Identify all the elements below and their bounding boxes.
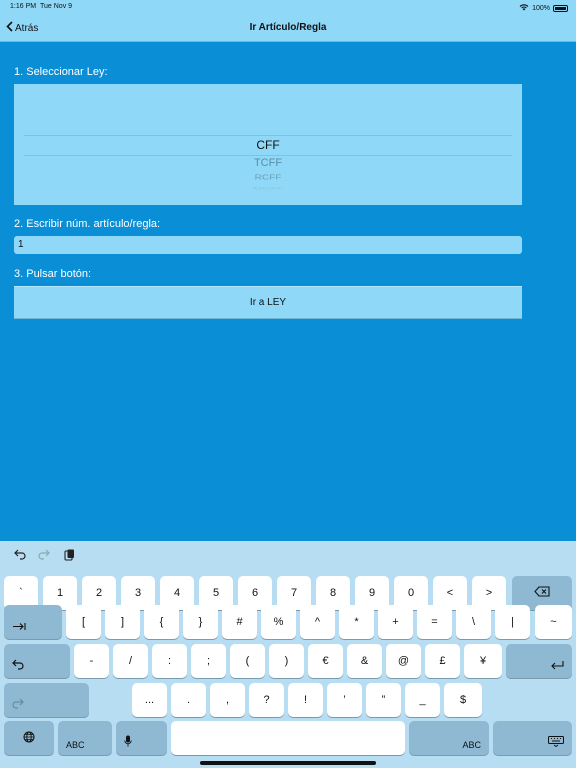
key[interactable]: : [152, 644, 187, 678]
home-indicator [200, 761, 376, 765]
picker-option[interactable]: ERCFF [14, 186, 522, 191]
key[interactable]: { [144, 605, 179, 639]
key[interactable]: [ [66, 605, 101, 639]
key[interactable]: + [378, 605, 413, 639]
redo-icon[interactable] [38, 549, 50, 563]
key[interactable]: ^ [300, 605, 335, 639]
key[interactable]: & [347, 644, 382, 678]
abc-key-left[interactable]: ABC [58, 721, 112, 755]
space-key[interactable] [171, 721, 405, 755]
key[interactable]: / [113, 644, 148, 678]
delete-icon [534, 586, 550, 600]
undo-icon [12, 659, 24, 673]
key[interactable]: . [171, 683, 206, 717]
key[interactable]: ? [249, 683, 284, 717]
keyboard-dismiss-icon [548, 736, 564, 750]
go-to-law-button[interactable]: Ir a LEY [14, 286, 522, 319]
battery-percent: 100% [532, 4, 550, 12]
key[interactable]: ! [288, 683, 323, 717]
key[interactable]: £ [425, 644, 460, 678]
return-icon [550, 660, 564, 673]
picker-selection-line [24, 135, 512, 136]
key[interactable]: € [308, 644, 343, 678]
key[interactable]: ’ [327, 683, 362, 717]
key[interactable]: } [183, 605, 218, 639]
abc-key-right[interactable]: ABC [409, 721, 489, 755]
key[interactable]: * [339, 605, 374, 639]
dismiss-keyboard-key[interactable] [493, 721, 572, 755]
picker-option[interactable]: TCFF [14, 157, 522, 169]
key[interactable]: # [222, 605, 257, 639]
tab-icon [12, 622, 26, 634]
key[interactable]: @ [386, 644, 421, 678]
status-right: 100% [519, 3, 568, 13]
key[interactable]: ” [366, 683, 401, 717]
key[interactable]: ~ [535, 605, 572, 639]
dictation-key[interactable] [116, 721, 167, 755]
key[interactable]: - [74, 644, 109, 678]
picker-option-selected[interactable]: CFF [14, 138, 522, 152]
step1-label: 1. Seleccionar Ley: [14, 66, 108, 78]
undo-icon[interactable] [14, 549, 26, 563]
step2-label: 2. Escribir núm. artículo/regla: [14, 218, 161, 230]
key[interactable]: \ [456, 605, 491, 639]
globe-key[interactable] [4, 721, 54, 755]
page-title: Ir Artículo/Regla [249, 22, 327, 33]
status-date: Tue Nov 9 [40, 3, 73, 10]
key[interactable]: ) [269, 644, 304, 678]
picker-selection-line [24, 155, 512, 156]
keyboard-toolbar [0, 541, 576, 571]
redo-key[interactable] [4, 683, 89, 717]
key[interactable]: % [261, 605, 296, 639]
keyboard: ` 1 2 3 4 5 6 7 8 9 0 < > [ ] { } # % ^ … [0, 541, 576, 768]
undo-key[interactable] [4, 644, 70, 678]
picker-option[interactable]: RCFF [14, 173, 522, 181]
law-picker[interactable]: CFF TCFF RCFF ERCFF [14, 84, 522, 205]
key[interactable]: = [417, 605, 452, 639]
battery-icon [553, 4, 568, 12]
key[interactable]: ( [230, 644, 265, 678]
key[interactable]: ... [132, 683, 167, 717]
return-key[interactable] [506, 644, 572, 678]
paste-icon[interactable] [64, 549, 75, 564]
tab-key[interactable] [4, 605, 62, 639]
key[interactable]: ; [191, 644, 226, 678]
key[interactable]: | [495, 605, 530, 639]
wifi-icon [519, 3, 529, 13]
key[interactable]: ¥ [464, 644, 502, 678]
key[interactable]: $ [444, 683, 482, 717]
key[interactable]: ] [105, 605, 140, 639]
step3-label: 3. Pulsar botón: [14, 268, 92, 280]
status-time: 1:16 PM [10, 3, 37, 10]
navigation-bar: Atrás Ir Artículo/Regla [0, 14, 576, 42]
article-number-input[interactable]: 1 [14, 236, 522, 254]
status-bar: 1:16 PM Tue Nov 9 100% [0, 0, 576, 14]
globe-icon [23, 731, 35, 746]
key[interactable]: , [210, 683, 245, 717]
key[interactable]: _ [405, 683, 440, 717]
mic-icon [124, 735, 132, 750]
redo-icon [12, 698, 24, 712]
